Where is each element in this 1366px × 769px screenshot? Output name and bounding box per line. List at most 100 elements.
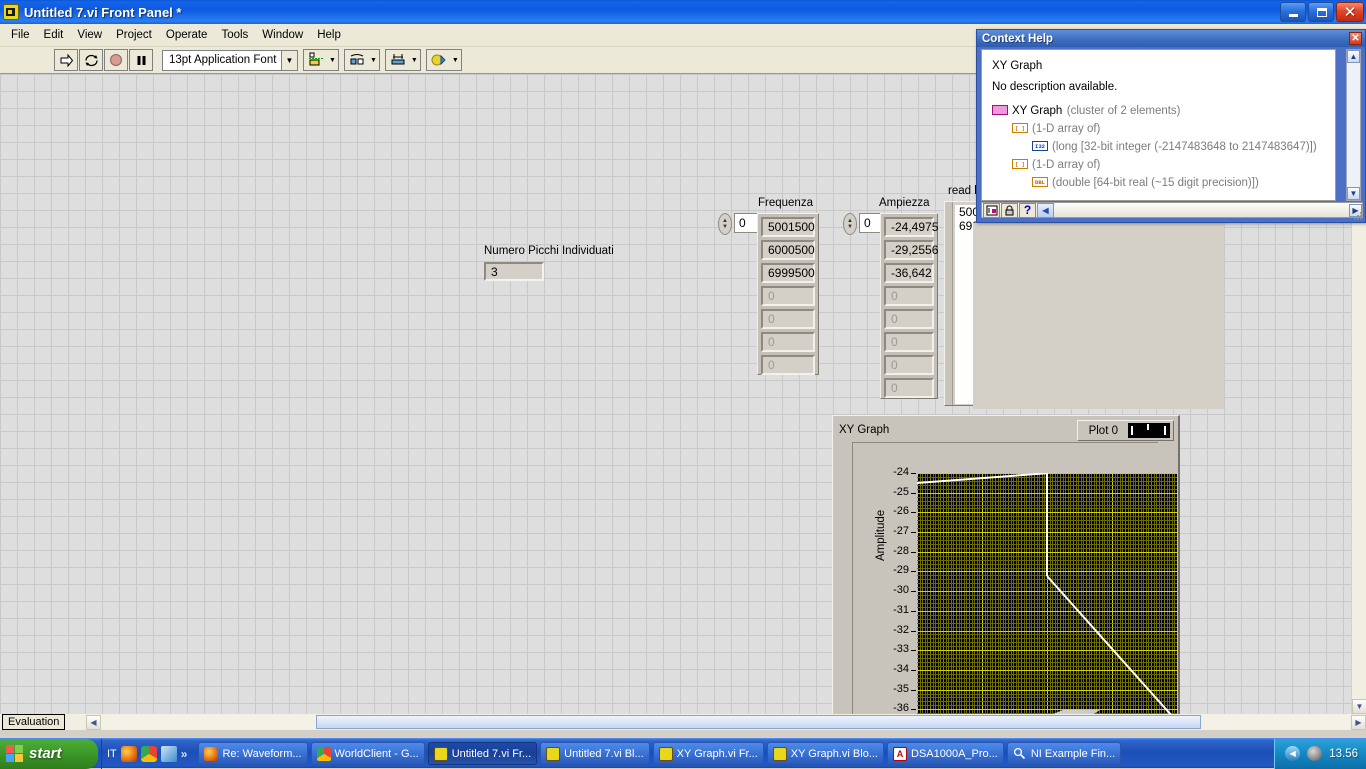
- ampiezza-element-5[interactable]: 0: [884, 332, 934, 352]
- y-tick-mark: [911, 591, 916, 592]
- type-tree-detail-1: (1-D array of): [1032, 123, 1101, 135]
- search-icon: [1013, 747, 1027, 761]
- y-tick-mark: [911, 670, 916, 671]
- context-help-title-bar[interactable]: Context Help ✕: [977, 30, 1365, 47]
- ampiezza-element-2[interactable]: -36,642: [884, 263, 934, 283]
- window-title-bar[interactable]: Untitled 7.vi Front Panel * ✕: [0, 0, 1366, 24]
- abort-execution-icon[interactable]: [104, 49, 128, 71]
- maximize-button[interactable]: [1308, 2, 1334, 22]
- chevron-down-icon[interactable]: ▼: [411, 57, 418, 64]
- align-objects-button[interactable]: ▼: [303, 49, 339, 71]
- start-button[interactable]: start: [0, 738, 98, 769]
- ampiezza-array-container[interactable]: -24,4975 -29,2556 -36,642 0 0 0 0 0: [880, 213, 938, 399]
- pdf-icon: A: [893, 746, 907, 761]
- menu-item-help[interactable]: Help: [310, 26, 348, 44]
- system-clock[interactable]: 13.56: [1329, 748, 1358, 760]
- labview-icon: [433, 746, 448, 761]
- chevron-down-icon[interactable]: ▼: [281, 50, 297, 70]
- ampiezza-index-spinner[interactable]: ▲ ▼: [843, 213, 857, 235]
- reorder-objects-button[interactable]: ▼: [425, 49, 462, 71]
- xy-graph[interactable]: XY Graph Plot 0 Amplitude Time -24-25-26…: [832, 415, 1180, 714]
- plot-legend[interactable]: Plot 0: [1076, 420, 1174, 441]
- resize-objects-button[interactable]: ▼: [384, 49, 421, 71]
- panel-horizontal-scrollbar[interactable]: ◀ ▶: [0, 714, 1366, 730]
- menu-item-window[interactable]: Window: [255, 26, 310, 44]
- context-help-scroll-down-icon[interactable]: ▼: [1347, 187, 1360, 200]
- ie-icon[interactable]: [160, 745, 177, 762]
- taskbar-item-6[interactable]: A DSA1000A_Pro...: [887, 742, 1004, 765]
- more-chevron-icon[interactable]: »: [181, 747, 188, 761]
- grid-line-h-minor: [917, 701, 1177, 702]
- frequenza-element-6[interactable]: 0: [761, 355, 815, 375]
- show-hidden-icons-icon[interactable]: ◀: [1285, 746, 1301, 761]
- frequenza-array-container[interactable]: 5001500 6000500 6999500 0 0 0 0: [757, 213, 819, 375]
- plot-legend-sample[interactable]: [1128, 423, 1170, 438]
- frequenza-element-5[interactable]: 0: [761, 332, 815, 352]
- labview-icon: [658, 746, 673, 761]
- grid-line-h-minor: [917, 619, 1177, 620]
- distribute-objects-button[interactable]: ▼: [343, 49, 380, 71]
- frequenza-index-spinner[interactable]: ▲ ▼: [718, 213, 732, 235]
- frequenza-element-0[interactable]: 5001500: [761, 217, 815, 237]
- frequenza-element-2[interactable]: 6999500: [761, 263, 815, 283]
- chevron-down-icon[interactable]: ▼: [329, 57, 336, 64]
- show-context-help-icon[interactable]: [983, 202, 1000, 218]
- context-help-resize-grip[interactable]: [1352, 209, 1364, 221]
- pause-icon[interactable]: [129, 49, 153, 71]
- chrome-icon[interactable]: [140, 745, 157, 762]
- context-help-scroll-up-icon[interactable]: ▲: [1347, 50, 1360, 63]
- language-indicator[interactable]: IT: [107, 748, 117, 760]
- frequenza-element-4[interactable]: 0: [761, 309, 815, 329]
- type-tree-row-0: XY Graph (cluster of 2 elements): [992, 103, 1335, 118]
- ampiezza-element-0[interactable]: -24,4975: [884, 217, 938, 237]
- firefox-icon[interactable]: [120, 745, 137, 762]
- run-arrow-icon[interactable]: [54, 49, 78, 71]
- plot-area[interactable]: [917, 473, 1177, 714]
- context-help-close-icon[interactable]: ✕: [1349, 32, 1362, 45]
- window-title: Untitled 7.vi Front Panel *: [24, 4, 182, 20]
- scroll-left-arrow-icon[interactable]: ◀: [86, 714, 101, 730]
- ampiezza-element-4[interactable]: 0: [884, 309, 934, 329]
- ampiezza-element-7[interactable]: 0: [884, 378, 934, 398]
- taskbar-item-4[interactable]: XY Graph.vi Fr...: [652, 742, 764, 765]
- minimize-button[interactable]: [1280, 2, 1306, 22]
- menu-item-file[interactable]: File: [4, 26, 37, 44]
- frequenza-element-3[interactable]: 0: [761, 286, 815, 306]
- run-continuously-icon[interactable]: [79, 49, 103, 71]
- menu-item-view[interactable]: View: [70, 26, 109, 44]
- font-selector[interactable]: 13pt Application Font ▼: [162, 49, 298, 71]
- menu-item-operate[interactable]: Operate: [159, 26, 215, 44]
- y-tick-label: -29: [893, 564, 909, 576]
- context-help-scrollbar[interactable]: ▲ ▼: [1346, 49, 1361, 201]
- lock-context-help-icon[interactable]: [1001, 202, 1018, 218]
- detailed-help-icon[interactable]: ?: [1019, 202, 1036, 218]
- quick-launch-bar: IT »: [101, 738, 192, 769]
- menu-item-edit[interactable]: Edit: [37, 26, 71, 44]
- context-help-window[interactable]: Context Help ✕ XY Graph No description a…: [976, 29, 1366, 223]
- chevron-down-icon[interactable]: ▼: [452, 57, 459, 64]
- menu-item-tools[interactable]: Tools: [214, 26, 255, 44]
- grid-line-h-minor: [917, 642, 1177, 643]
- menu-item-project[interactable]: Project: [109, 26, 159, 44]
- volume-icon[interactable]: [1307, 746, 1323, 761]
- taskbar-item-5[interactable]: XY Graph.vi Blo...: [766, 742, 884, 765]
- taskbar-item-1[interactable]: WorldClient - G...: [310, 742, 425, 765]
- ampiezza-element-3[interactable]: 0: [884, 286, 934, 306]
- scroll-down-arrow-icon[interactable]: ▼: [1352, 699, 1366, 714]
- close-button[interactable]: ✕: [1336, 2, 1364, 22]
- i32-type-icon: I32: [1032, 140, 1048, 151]
- taskbar-item-7[interactable]: NI Example Fin...: [1006, 742, 1122, 765]
- taskbar-item-0[interactable]: Re: Waveform...: [198, 742, 308, 765]
- chevron-down-icon[interactable]: ▼: [370, 57, 377, 64]
- scroll-right-arrow-icon[interactable]: ▶: [1351, 714, 1366, 730]
- back-icon[interactable]: ◀: [1037, 202, 1054, 218]
- ampiezza-element-1[interactable]: -29,2556: [884, 240, 938, 260]
- peak-count-indicator[interactable]: 3: [484, 262, 544, 281]
- ampiezza-element-6[interactable]: 0: [884, 355, 934, 375]
- frequenza-element-1[interactable]: 6000500: [761, 240, 815, 260]
- horizontal-scroll-thumb[interactable]: [316, 715, 1201, 729]
- type-tree-row-3: [ ] (1-D array of): [1012, 157, 1335, 172]
- taskbar-item-2[interactable]: Untitled 7.vi Fr...: [427, 742, 538, 765]
- grid-line-h-minor: [917, 599, 1177, 600]
- taskbar-item-3[interactable]: Untitled 7.vi Bl...: [540, 742, 650, 765]
